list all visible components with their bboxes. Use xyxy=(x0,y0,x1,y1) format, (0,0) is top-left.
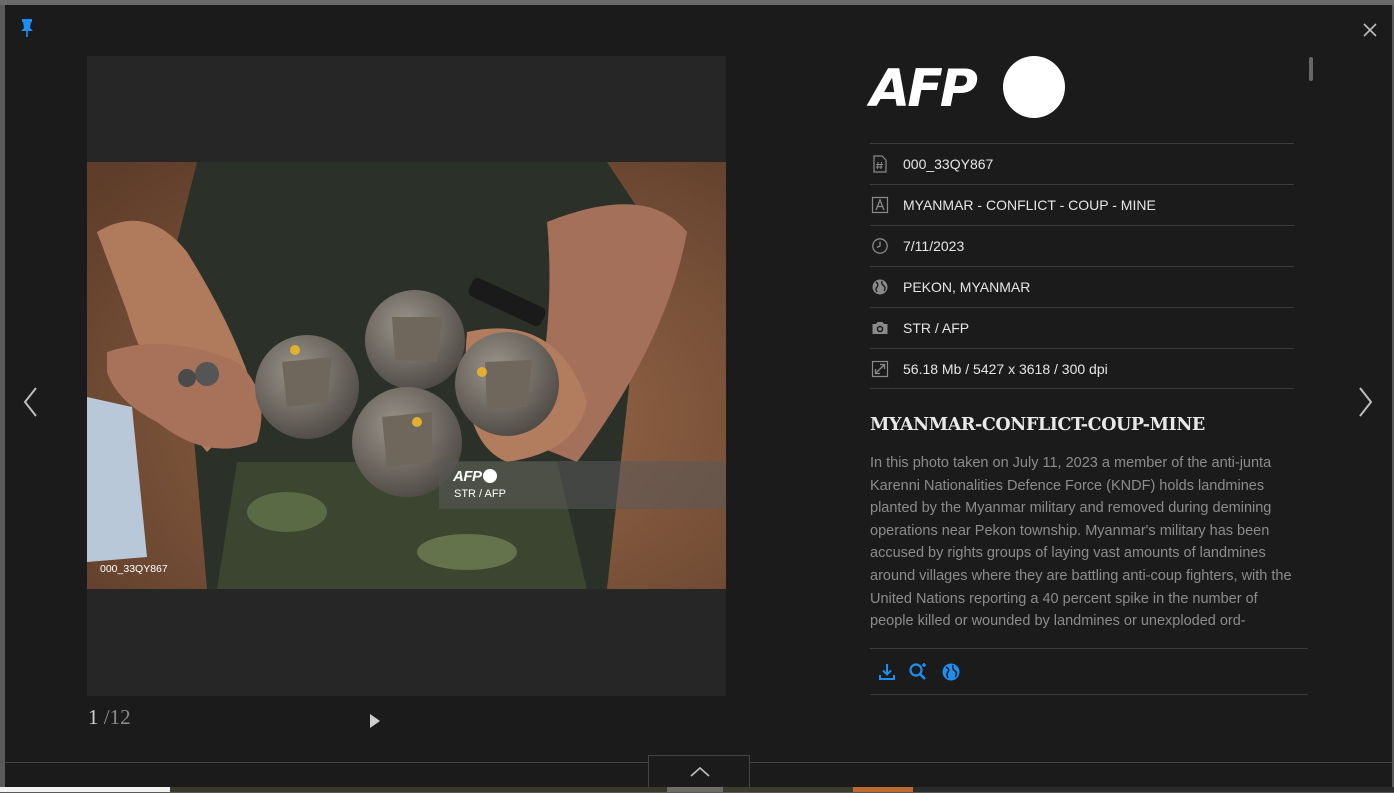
search-similar-icon[interactable] xyxy=(908,662,928,682)
meta-row-filesize: 56.18 Mb / 5427 x 3618 / 300 dpi xyxy=(870,348,1294,389)
chevron-up-icon xyxy=(690,766,710,777)
filmstrip-toggle[interactable] xyxy=(648,755,750,787)
clock-icon xyxy=(872,238,888,254)
action-bar xyxy=(870,648,1308,695)
watermark-photo-id: 000_33QY867 xyxy=(100,563,168,575)
news-photo[interactable]: AFP STR / AFP 000_33QY867 xyxy=(87,162,726,589)
watermark-logo: AFP xyxy=(453,468,497,485)
previous-arrow-icon[interactable] xyxy=(18,384,44,420)
metadata-list: 000_33QY867 MYANMAR - CONFLICT - COUP - … xyxy=(870,143,1294,389)
globe-icon xyxy=(872,279,888,295)
filmstrip-thumbnails-edge xyxy=(0,787,1394,792)
camera-icon xyxy=(872,322,888,334)
next-arrow-icon[interactable] xyxy=(1352,384,1378,420)
play-slideshow-icon[interactable] xyxy=(368,712,382,730)
meta-row-credit: STR / AFP xyxy=(870,307,1294,348)
total-pages: /12 xyxy=(103,705,131,729)
meta-row-location: PEKON, MYANMAR xyxy=(870,266,1294,307)
resize-icon xyxy=(871,360,889,377)
download-icon[interactable] xyxy=(877,662,897,682)
photo-headline: MYANMAR-CONFLICT-COUP-MINE xyxy=(870,415,1205,435)
meta-row-date: 7/11/2023 xyxy=(870,225,1294,266)
scrollbar-thumb[interactable] xyxy=(1309,57,1313,81)
watermark-credit: STR / AFP xyxy=(454,488,506,500)
photo-image xyxy=(87,162,726,589)
close-icon[interactable] xyxy=(1358,18,1382,42)
logo-circle xyxy=(1003,56,1065,118)
afp-logo: AFP xyxy=(870,56,1070,119)
meta-row-slug: MYANMAR - CONFLICT - COUP - MINE xyxy=(870,184,1294,225)
photo-caption: In this photo taken on July 11, 2023 a m… xyxy=(870,455,1292,630)
meta-row-id: 000_33QY867 xyxy=(870,143,1294,184)
hash-icon xyxy=(873,155,887,173)
page-counter: 1 /12 xyxy=(88,705,131,730)
pin-icon[interactable] xyxy=(18,18,36,38)
globe-icon[interactable] xyxy=(941,662,961,682)
current-page: 1 xyxy=(88,705,99,729)
text-icon xyxy=(871,196,889,214)
